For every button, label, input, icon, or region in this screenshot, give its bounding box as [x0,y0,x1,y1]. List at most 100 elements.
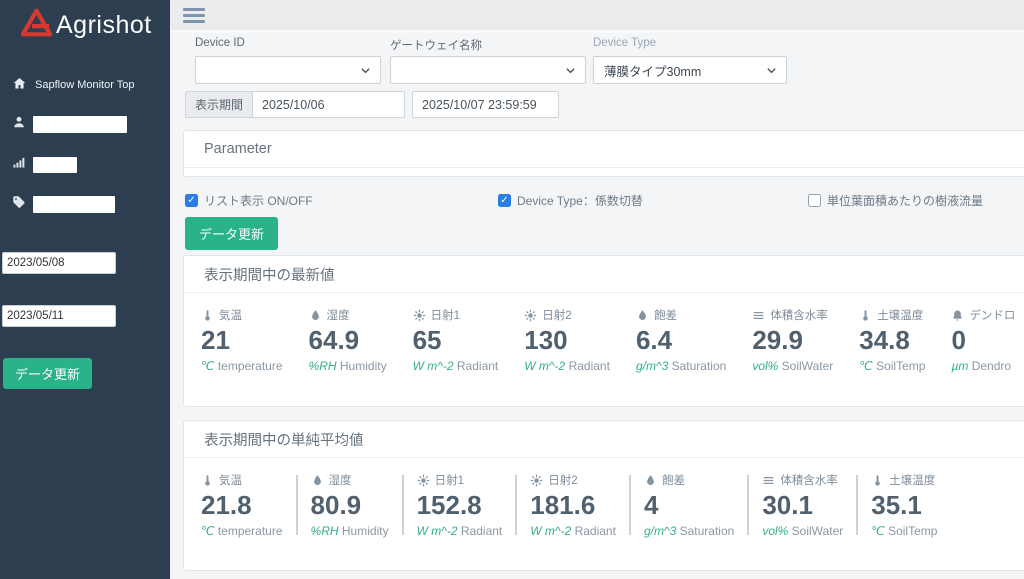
metric-value: 6.4 [636,326,726,356]
metric-label: 土壌温度 [889,472,935,488]
period-end-input[interactable] [412,91,559,118]
metric-card-SoilTemp: 土壌温度34.8℃ SoilTemp [846,307,938,373]
metric-unit: ℃ temperature [201,524,283,538]
metric-card-SoilTemp: 土壌温度35.1℃ SoilTemp [858,472,950,538]
checkbox-icon [808,194,821,207]
logo-text: Agrishot [56,11,152,40]
metric-unit-name: Saturation [680,524,735,538]
hamburger-icon [183,8,205,11]
metric-card-Saturation: 飽差4g/m^3 Saturation [631,472,747,538]
metric-header: 湿度 [309,307,387,323]
checkbox-icon [498,194,511,207]
metric-header: デンドロ [951,307,1015,323]
masked-user-value[interactable] [33,116,127,133]
metric-unit: %RH Humidity [311,524,389,538]
metric-unit: ℃ SoilTemp [871,524,937,538]
droplet-icon [311,474,324,487]
metric-card-SoilWater: 体積含水率30.1vol% SoilWater [749,472,856,538]
sidebar: Agrishot Sapflow Monitor Top データ更新 [0,0,170,579]
device-id-select[interactable] [195,56,381,84]
gateway-select[interactable] [390,56,586,84]
metric-unit-symbol: ℃ [201,524,214,538]
sun-icon [417,474,430,487]
metric-card-temperature: 気温 21 ℃ temperature [201,307,296,373]
metric-header: 湿度 [311,472,389,488]
masked-tag-value[interactable] [33,196,115,213]
average-values-panel: 表示期間中の単純平均値 気温 21.8 ℃ temperature 湿度 80.9 %RH… [183,420,1024,571]
droplet-icon [636,309,649,322]
metric-unit-name: Radiant [569,359,610,373]
user-icon [12,115,26,134]
menu-toggle-button[interactable] [183,8,205,26]
tag-icon [12,195,26,214]
sidebar-item-label: Sapflow Monitor Top [35,79,134,91]
data-refresh-button[interactable]: データ更新 [185,217,278,250]
device-type-label: Device Type [593,37,656,49]
metric-value: 21.8 [201,491,283,521]
metric-value: 65 [413,326,499,356]
list-display-label: リスト表示 ON/OFF [204,192,313,209]
metric-value: 34.8 [859,326,925,356]
masked-device-value[interactable] [33,157,77,173]
thermometer-icon [871,474,884,487]
sidebar-item-sapflow-monitor-top[interactable]: Sapflow Monitor Top [12,76,170,94]
metric-value: 21 [201,326,283,356]
metric-unit-name: temperature [218,359,283,373]
metric-card-Radiant: 日射1152.8W m^-2 Radiant [404,472,516,538]
metric-unit: ℃ SoilTemp [859,359,925,373]
metric-unit-symbol: W m^-2 [530,524,571,538]
latest-values-title: 表示期間中の最新値 [184,256,1024,293]
metric-unit: µm Dendro [951,359,1015,373]
metric-header: 日射2 [524,307,610,323]
metric-value: 30.1 [762,491,843,521]
sidebar-start-date-input[interactable] [2,252,116,274]
average-values-title: 表示期間中の単純平均値 [184,421,1024,458]
metric-value: 181.6 [530,491,616,521]
metric-unit: W m^-2 Radiant [530,524,616,538]
metric-label: 日射2 [548,472,577,488]
user-field-row [12,115,170,134]
metric-card-Radiant: 日射165W m^-2 Radiant [400,307,512,373]
waves-icon [752,309,765,322]
metric-unit: ℃ temperature [201,359,283,373]
metric-card-Humidity: 湿度 80.9 %RH Humidity [298,472,402,538]
metric-unit-symbol: W m^-2 [417,524,458,538]
metric-label: 体積含水率 [780,472,838,488]
period-start-input[interactable] [253,91,405,118]
agrishot-logo-icon [20,8,53,42]
sap-flow-per-leaf-checkbox[interactable]: 単位葉面積あたりの樹液流量 [808,192,983,209]
sidebar-data-refresh-button[interactable]: データ更新 [3,358,92,389]
sun-icon [413,309,426,322]
sidebar-end-date-input[interactable] [2,305,116,327]
metric-unit: W m^-2 Radiant [413,359,499,373]
metric-card-Radiant: 日射2130W m^-2 Radiant [511,307,623,373]
metric-unit-name: Radiant [575,524,616,538]
metric-unit-symbol: vol% [752,359,778,373]
metric-label: 気温 [219,472,242,488]
device-type-select[interactable]: 薄膜タイプ30mm [593,56,787,84]
metric-value: 80.9 [311,491,389,521]
metric-card-Radiant: 日射2 181.6 W m^-2 Radiant [517,472,629,538]
thermometer-icon [201,474,214,487]
metric-value: 64.9 [309,326,387,356]
average-values-cards: 気温 21.8 ℃ temperature 湿度 80.9 %RH Humidity 日射1… [184,458,1024,538]
metric-card-Humidity: 湿度64.9%RH Humidity [296,307,400,373]
metric-unit-symbol: vol% [762,524,788,538]
device-type-coef-checkbox[interactable]: Device Type：係数切替 [498,192,643,209]
top-bar [170,0,1024,33]
metric-unit-name: temperature [218,524,283,538]
metric-header: 日射1 [417,472,503,488]
droplet-icon [309,309,322,322]
metric-header: 体積含水率 [752,307,833,323]
metric-unit-symbol: %RH [309,359,337,373]
metric-label: 気温 [219,307,242,323]
metric-unit: g/m^3 Saturation [636,359,726,373]
metric-header: 日射2 [530,472,616,488]
metric-value: 152.8 [417,491,503,521]
signal-field-row [12,155,170,174]
metric-unit-symbol: %RH [311,524,339,538]
metric-unit-symbol: g/m^3 [644,524,676,538]
metric-unit-symbol: g/m^3 [636,359,668,373]
list-display-checkbox[interactable]: リスト表示 ON/OFF [185,192,313,209]
display-period-label: 表示期間 [185,91,253,118]
